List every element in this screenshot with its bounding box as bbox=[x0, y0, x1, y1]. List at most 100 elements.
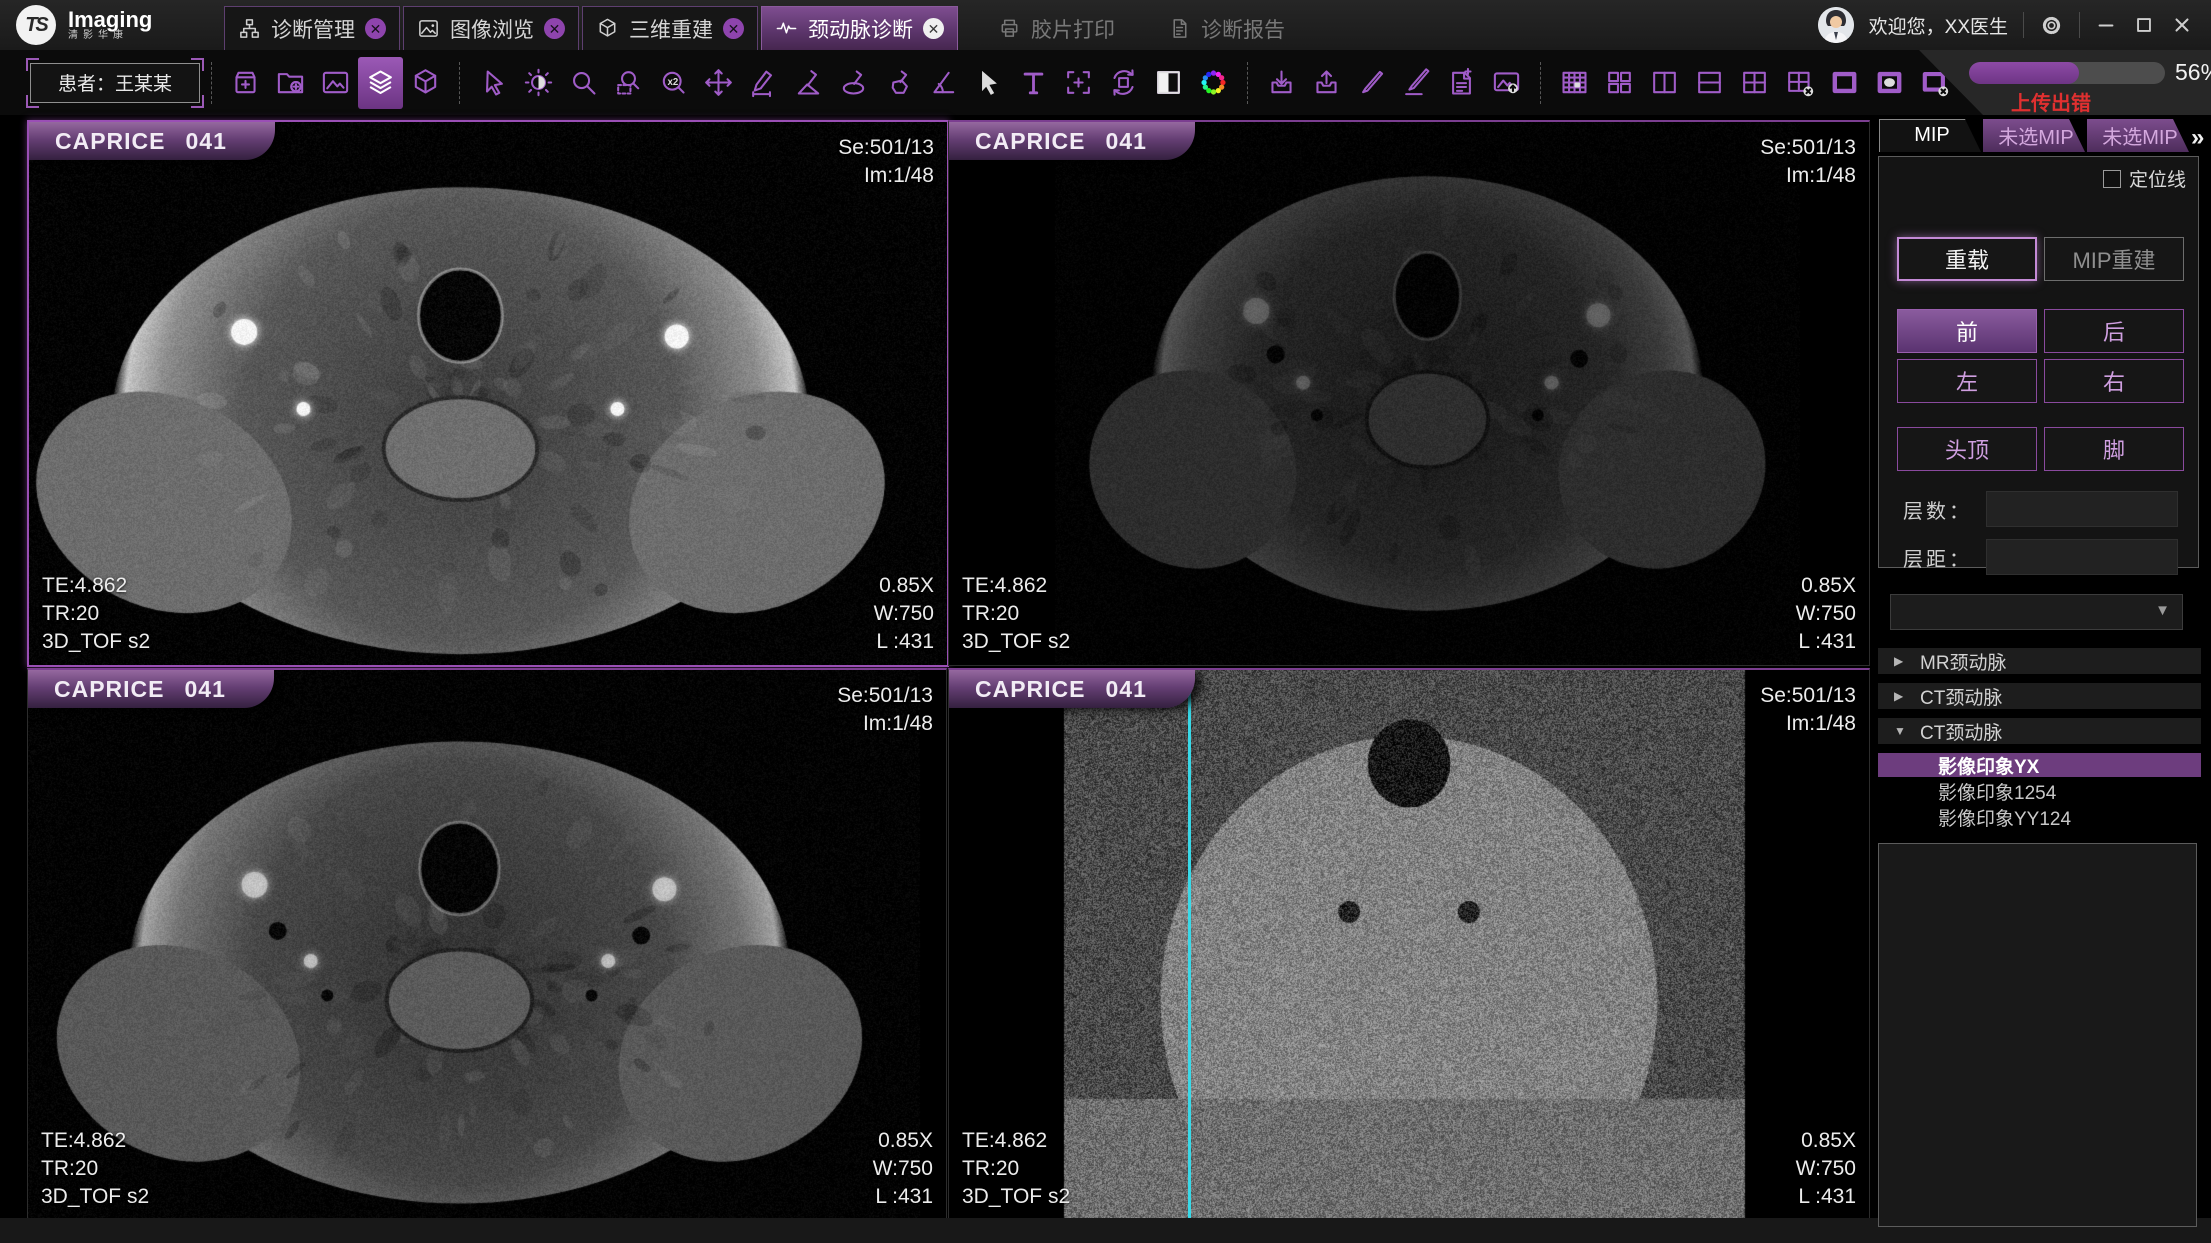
zoom-region-tool[interactable] bbox=[606, 57, 651, 109]
pan-tool[interactable] bbox=[696, 57, 741, 109]
svg-text:x2: x2 bbox=[668, 77, 679, 88]
measure-angle-tool[interactable] bbox=[786, 57, 831, 109]
upload-error-text[interactable]: 上传出错 bbox=[2011, 87, 2091, 116]
text-annotation-tool[interactable] bbox=[1011, 57, 1056, 109]
image-upload-tool[interactable] bbox=[1484, 57, 1529, 109]
report-add-tool[interactable] bbox=[1439, 57, 1484, 109]
series-group[interactable]: ▼ CT颈动脉 bbox=[1878, 718, 2201, 744]
export-tool[interactable] bbox=[1304, 57, 1349, 109]
tab-image-browse[interactable]: 图像浏览 ✕ bbox=[403, 6, 579, 50]
window-level-tool[interactable] bbox=[516, 57, 561, 109]
reload-button[interactable]: 重载 bbox=[1897, 237, 2037, 281]
layout-grid-close-tool[interactable] bbox=[1777, 57, 1822, 109]
tab-diagnosis-management[interactable]: 诊断管理✕ bbox=[224, 6, 400, 50]
series-group-label: CT颈动脉 bbox=[1920, 683, 2002, 710]
locator-checkbox[interactable] bbox=[2103, 170, 2121, 188]
app-tab-strip: 诊断管理✕ 图像浏览✕ 三维重建✕ 颈动脉诊断✕ 胶片打印 诊断报告 bbox=[224, 0, 1301, 50]
series-info: Se:501/13 bbox=[1760, 682, 1856, 710]
close-icon[interactable] bbox=[2171, 14, 2193, 36]
tab-carotid-diagnosis[interactable]: 颈动脉诊断✕ bbox=[761, 6, 958, 50]
layout-2col-tool[interactable] bbox=[1642, 57, 1687, 109]
gear-icon[interactable] bbox=[2039, 13, 2064, 38]
draw-polygon-tool[interactable] bbox=[876, 57, 921, 109]
rotate-icon bbox=[1108, 67, 1139, 98]
viewport-bottom-left[interactable]: CAPRICE 041 Se:501/13 Im:1/48 TE:4.862 T… bbox=[27, 668, 947, 1221]
divider bbox=[2079, 12, 2080, 38]
layers-icon bbox=[365, 67, 396, 98]
volume-3d-tool[interactable] bbox=[403, 57, 448, 109]
mip-rebuild-button[interactable]: MIP重建 bbox=[2044, 237, 2184, 281]
mip-tab-2[interactable]: 未选MIP bbox=[1983, 119, 2085, 152]
angle-tool[interactable] bbox=[921, 57, 966, 109]
series-info: Se:501/13 bbox=[838, 134, 934, 162]
minimize-icon[interactable] bbox=[2095, 14, 2117, 36]
sequence-name: 3D_TOF s2 bbox=[962, 628, 1070, 656]
series-item[interactable]: 影像印象1254 bbox=[1878, 779, 2201, 803]
layer-gap-input[interactable] bbox=[1986, 539, 2178, 575]
maximize-icon[interactable] bbox=[2133, 14, 2155, 36]
close-tab-icon[interactable]: ✕ bbox=[365, 18, 386, 39]
view-left-button[interactable]: 左 bbox=[1897, 359, 2037, 403]
user-avatar[interactable] bbox=[1818, 7, 1854, 43]
cube-icon bbox=[410, 67, 441, 98]
layers-tool[interactable] bbox=[358, 57, 403, 109]
layout-single-tool[interactable] bbox=[1822, 57, 1867, 109]
series-number: 041 bbox=[1106, 128, 1147, 155]
toolbar-divider bbox=[459, 62, 460, 104]
view-foot-button[interactable]: 脚 bbox=[2044, 427, 2184, 471]
close-tab-icon[interactable]: ✕ bbox=[923, 18, 944, 39]
series-item[interactable]: 影像印象YX bbox=[1878, 753, 2201, 777]
layer-count-input[interactable] bbox=[1986, 491, 2178, 527]
viewport-top-right[interactable]: CAPRICE 041 Se:501/13 Im:1/48 TE:4.862 T… bbox=[948, 120, 1870, 666]
draw-ellipse-tool[interactable] bbox=[831, 57, 876, 109]
series-item-label: 影像印象YX bbox=[1938, 752, 2039, 779]
view-back-button[interactable]: 后 bbox=[2044, 309, 2184, 353]
series-dropdown[interactable]: ▼ bbox=[1890, 594, 2183, 630]
view-top-button[interactable]: 头顶 bbox=[1897, 427, 2037, 471]
new-archive-tool[interactable] bbox=[223, 57, 268, 109]
measure-length-tool[interactable] bbox=[741, 57, 786, 109]
view-front-button[interactable]: 前 bbox=[1897, 309, 2037, 353]
viewport-bottom-right[interactable]: CAPRICE 041 Se:501/13 Im:1/48 TE:4.862 T… bbox=[948, 668, 1870, 1221]
open-folder-tool[interactable] bbox=[268, 57, 313, 109]
crop-add-tool[interactable] bbox=[1056, 57, 1101, 109]
mip-tab-3[interactable]: 未选MIP bbox=[2087, 119, 2189, 152]
more-tabs-icon[interactable]: » bbox=[2191, 124, 2204, 152]
pointer-tool[interactable] bbox=[966, 57, 1011, 109]
layout-quad-tool[interactable] bbox=[1597, 57, 1642, 109]
chevron-right-icon: ▶ bbox=[1894, 689, 1908, 703]
pen-tool[interactable] bbox=[1349, 57, 1394, 109]
series-info: Se:501/13 bbox=[837, 682, 933, 710]
zoom-tool[interactable] bbox=[561, 57, 606, 109]
series-item[interactable]: 影像印象YY124 bbox=[1878, 805, 2201, 829]
tab-label: 图像浏览 bbox=[450, 14, 534, 44]
locator-line[interactable] bbox=[1188, 670, 1191, 1220]
rotate-tool[interactable] bbox=[1101, 57, 1146, 109]
magnifier-region-icon bbox=[613, 67, 644, 98]
pen-line-tool[interactable] bbox=[1394, 57, 1439, 109]
mip-tab-1[interactable]: MIP bbox=[1879, 119, 1981, 152]
series-group[interactable]: ▶ MR颈动脉 bbox=[1878, 648, 2201, 674]
series-number: 041 bbox=[186, 128, 227, 155]
toolbar-divider bbox=[1247, 62, 1248, 104]
layout-grid-tool[interactable] bbox=[1552, 57, 1597, 109]
layout-2row-tool[interactable] bbox=[1687, 57, 1732, 109]
open-image-tool[interactable] bbox=[313, 57, 358, 109]
close-tab-icon[interactable]: ✕ bbox=[544, 18, 565, 39]
zoom-2x-tool[interactable]: x2 bbox=[651, 57, 696, 109]
photo-up-icon bbox=[1491, 67, 1522, 98]
close-tab-icon[interactable]: ✕ bbox=[723, 18, 744, 39]
select-tool[interactable] bbox=[471, 57, 516, 109]
measure-length-icon bbox=[748, 67, 779, 98]
window-level: L :431 bbox=[874, 628, 934, 656]
layout-2x2-tool[interactable] bbox=[1732, 57, 1777, 109]
import-tool[interactable] bbox=[1259, 57, 1304, 109]
layout-ellipse-tool[interactable] bbox=[1867, 57, 1912, 109]
patient-name-box[interactable]: 患者：王某某 bbox=[30, 63, 200, 103]
series-group[interactable]: ▶ CT颈动脉 bbox=[1878, 683, 2201, 709]
pseudo-color-tool[interactable] bbox=[1191, 57, 1236, 109]
view-right-button[interactable]: 右 bbox=[2044, 359, 2184, 403]
tab-3d-reconstruction[interactable]: 三维重建✕ bbox=[582, 6, 758, 50]
viewport-top-left[interactable]: CAPRICE 041 Se:501/13 Im:1/48 TE:4.862 T… bbox=[27, 120, 949, 667]
invert-tool[interactable] bbox=[1146, 57, 1191, 109]
